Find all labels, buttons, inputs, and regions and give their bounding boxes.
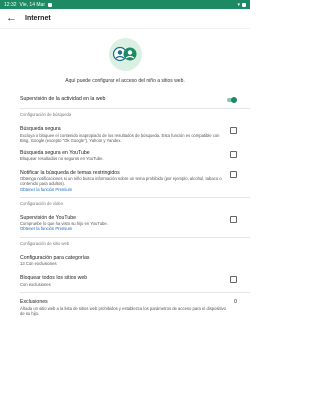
divider: [20, 196, 250, 198]
supervision-row[interactable]: Supervisión de la actividad en la web: [0, 96, 250, 103]
safe-search-row[interactable]: Búsqueda segura Excluya o bloquee el con…: [0, 126, 250, 143]
restricted-notify-checkbox[interactable]: [230, 170, 237, 178]
section-web: Configuración de sitio web: [20, 240, 70, 246]
arrow-back-icon[interactable]: ←: [6, 13, 17, 24]
exclusions-desc: Añada un sitio web a la lista de sitios …: [20, 305, 226, 316]
hero-text: Aquí puede configurar el acceso del niño…: [65, 78, 185, 84]
categories-row[interactable]: Configuración para categorías 13 Con exc…: [0, 255, 250, 267]
youtube-supervision-row[interactable]: Supervisión de YouTube Compruebe lo que …: [0, 215, 250, 232]
divider: [20, 292, 250, 294]
block-all-desc: Con exclusiones: [20, 281, 51, 287]
categories-desc: 13 Con exclusiones: [20, 261, 57, 267]
youtube-supervision-premium-link[interactable]: Obtener la función Premium: [20, 226, 230, 231]
youtube-supervision-checkbox[interactable]: [230, 215, 237, 223]
status-time: 12:32: [4, 1, 17, 8]
status-date: Vie, 14 Mar: [19, 1, 45, 8]
safe-search-desc: Excluya o bloquee el contenido inapropia…: [20, 132, 220, 143]
hero: Aquí puede configurar el acceso del niño…: [0, 29, 250, 84]
battery-icon: [242, 2, 246, 7]
exclusions-count: 0: [234, 299, 237, 306]
section-search: Configuración de búsqueda: [20, 112, 72, 117]
divider: [20, 236, 250, 238]
divider: [20, 108, 250, 109]
restricted-notify-row[interactable]: Notificar la búsqueda de temas restringi…: [0, 170, 250, 192]
youtube-safe-checkbox[interactable]: [230, 150, 237, 158]
supervision-label: Supervisión de la actividad en la web: [20, 96, 106, 102]
safe-search-checkbox[interactable]: [230, 127, 237, 134]
section-video: Configuración de vídeo: [20, 200, 64, 206]
exclusions-row[interactable]: Exclusiones Añada un sitio web a la list…: [0, 299, 250, 316]
page-title: Internet: [25, 15, 51, 22]
app-bar: ← Internet: [0, 9, 250, 29]
notification-icon: [48, 2, 52, 7]
block-all-row[interactable]: Bloquear todos los sitios web Con exclus…: [0, 275, 250, 287]
supervision-toggle[interactable]: [226, 97, 237, 103]
restricted-notify-premium-link[interactable]: Obtener la función Premium: [20, 187, 230, 192]
wifi-icon: ▾: [237, 1, 240, 8]
youtube-safe-row[interactable]: Búsqueda segura en YouTube Bloquear resu…: [0, 150, 250, 162]
block-all-checkbox[interactable]: [230, 276, 237, 284]
children-icon: [108, 38, 142, 71]
status-bar: 12:32 Vie, 14 Mar ▾: [0, 0, 250, 9]
restricted-notify-desc: Obtenga notificaciones si un niño busca …: [20, 176, 222, 187]
youtube-safe-desc: Bloquear resultados no seguros en YouTub…: [20, 156, 104, 162]
